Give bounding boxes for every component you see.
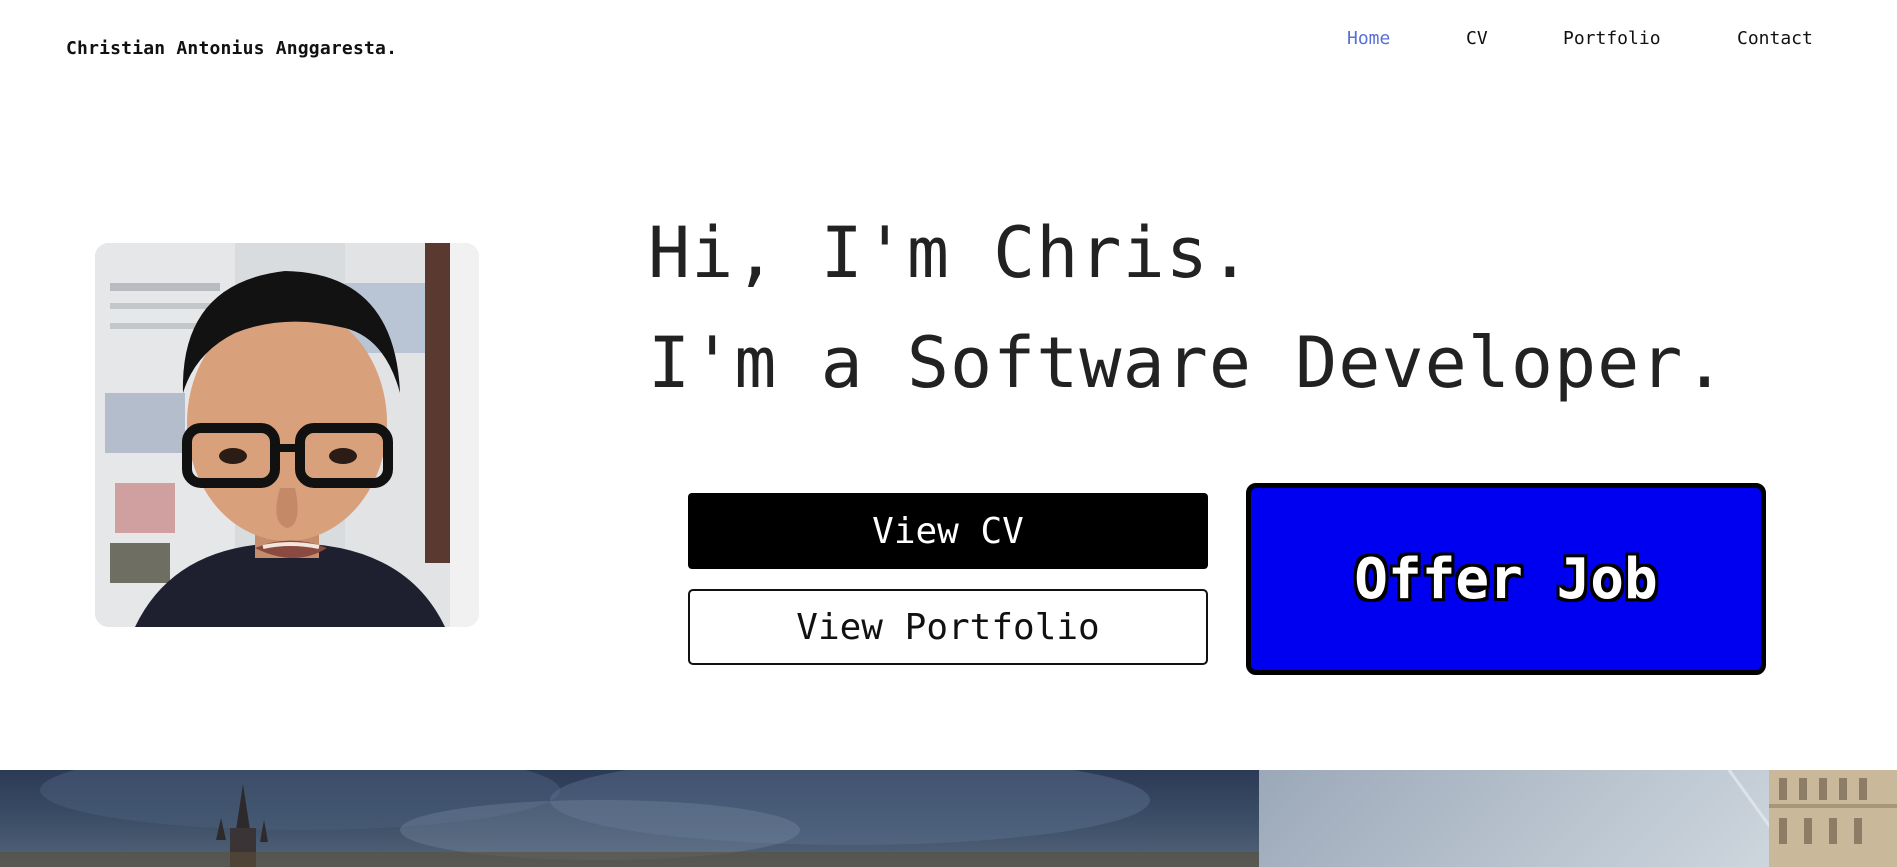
profile-photo-illustration — [95, 243, 479, 627]
page: Christian Antonius Anggaresta. Home CV P… — [0, 0, 1897, 867]
gallery-image-tower — [1259, 770, 1897, 867]
gallery-image-castle — [0, 770, 1259, 867]
hero-greeting: Hi, I'm Chris. — [648, 212, 1253, 294]
nav-portfolio[interactable]: Portfolio — [1563, 28, 1661, 49]
view-portfolio-button[interactable]: View Portfolio — [688, 589, 1208, 665]
top-nav: Home CV Portfolio Contact — [0, 28, 1897, 52]
hero-role: I'm a Software Developer. — [648, 322, 1727, 404]
castle-illustration — [0, 770, 1259, 867]
view-cv-button[interactable]: View CV — [688, 493, 1208, 569]
profile-photo — [95, 243, 479, 627]
nav-contact[interactable]: Contact — [1737, 28, 1813, 49]
nav-home[interactable]: Home — [1347, 28, 1390, 49]
nav-cv[interactable]: CV — [1466, 28, 1488, 49]
tower-illustration — [1727, 770, 1897, 867]
offer-job-button[interactable]: Offer Job — [1246, 483, 1766, 675]
